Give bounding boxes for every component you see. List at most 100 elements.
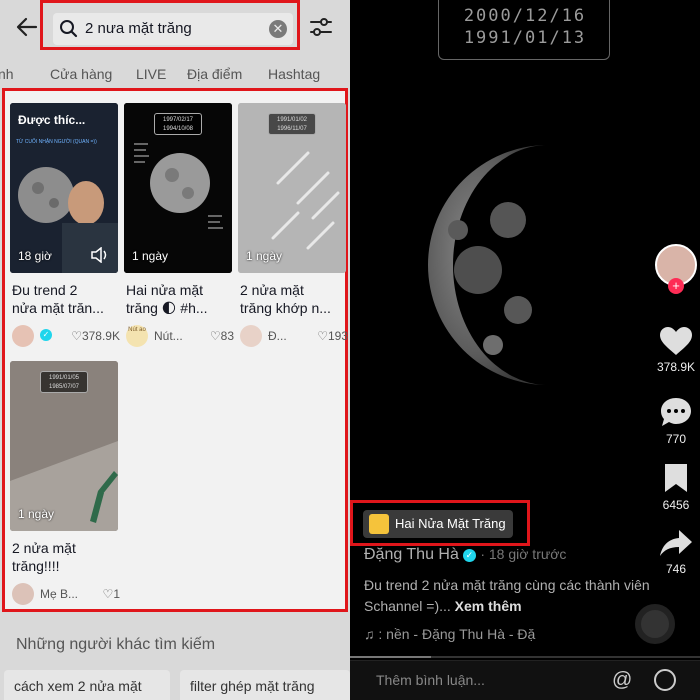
filter-icon[interactable] [308, 15, 334, 39]
avatar[interactable] [240, 325, 262, 347]
video-caption-line1: Đu trend 2 [12, 282, 78, 298]
video-meta: Mẹ B... ♡1 [12, 583, 120, 605]
video-caption-line1: Hai nửa mặt [126, 282, 204, 298]
video-caption-line2: nửa mặt trăn... [12, 300, 104, 316]
video-thumbnail[interactable]: Được thíc... TỪ CUỐI NHẬN NGƯỜI (QUAN =)… [10, 103, 118, 273]
video-meta: ✓ ♡378.9K [12, 325, 120, 347]
post-time: · 18 giờ trước [480, 546, 567, 562]
comment-count: 770 [665, 432, 687, 446]
like-count-value: 378.9K [81, 329, 120, 343]
search-icon [60, 20, 78, 38]
bookmark-icon[interactable] [663, 462, 689, 494]
video-thumbnail[interactable]: 1991/01/05 1985/07/07 1 ngày [10, 361, 118, 531]
tab-live[interactable]: LIVE [136, 66, 166, 82]
results-grid: Được thíc... TỪ CUỐI NHẬN NGƯỜI (QUAN =)… [2, 88, 348, 612]
video-caption-line2: trăng!!!! [12, 558, 60, 574]
like-count-value: 193 [327, 329, 348, 343]
tab-shop[interactable]: Cửa hàng [50, 66, 112, 82]
video-caption-line2: trăng khớp n... [240, 300, 331, 316]
author-name[interactable]: Đặng Thu Hà [364, 546, 459, 563]
share-icon[interactable] [659, 528, 693, 558]
related-search-item[interactable]: filter ghép mặt trăng [180, 670, 350, 700]
like-count-value: 1 [113, 587, 120, 601]
tab-hashtag[interactable]: Hashtag [268, 66, 320, 82]
search-query: 2 nưa mặt trăng [85, 20, 192, 37]
video-thumbnail[interactable]: 1991/01/02 1996/11/07 1 ngày [238, 103, 346, 273]
video-age: 1 ngày [246, 249, 283, 263]
save-button[interactable]: 6456 [652, 462, 700, 512]
search-input[interactable]: 2 nưa mặt trăng ✕ [53, 13, 293, 45]
video-age: 1 ngày [18, 507, 55, 521]
video-age: 18 giờ [18, 249, 52, 263]
comment-icon[interactable] [659, 396, 693, 428]
author-name[interactable]: Mẹ B... [40, 587, 78, 601]
clear-icon[interactable]: ✕ [269, 20, 287, 38]
heart-icon[interactable] [659, 326, 693, 356]
date-2: 1996/11/07 [277, 126, 307, 132]
video-player[interactable]: 2000/12/16 1991/01/13 + 378.9K 770 6456 … [350, 0, 700, 700]
author-line: Đặng Thu Hà ✓ · 18 giờ trước [364, 546, 566, 564]
date-overlay: 1997/02/17 1994/10/08 [154, 113, 202, 135]
sound-label: Hai Nửa Mặt Trăng [395, 516, 506, 531]
date-1: 1991/01/02 [276, 117, 308, 123]
follow-plus-icon[interactable]: + [668, 278, 684, 294]
share-count: 746 [665, 562, 687, 576]
like-count-value: 83 [220, 329, 234, 343]
mention-icon[interactable]: @ [612, 669, 632, 692]
comment-bar: Thêm bình luận... @ [350, 660, 700, 700]
date-1: 1991/01/05 [48, 375, 80, 381]
video-caption-line1: 2 nửa mặt [240, 282, 304, 298]
search-header: 2 nưa mặt trăng ✕ [0, 0, 350, 56]
search-highlight-box: 2 nưa mặt trăng ✕ [40, 0, 300, 50]
see-more-link[interactable]: Xem thêm [455, 598, 522, 614]
related-searches-title: Những người khác tìm kiếm [16, 636, 216, 653]
sound-thumbnail-icon [369, 514, 389, 534]
date-overlay: 1991/01/05 1985/07/07 [40, 371, 88, 393]
comment-input[interactable]: Thêm bình luận... [376, 672, 485, 688]
date-overlay: 1991/01/02 1996/11/07 [268, 113, 316, 135]
like-button[interactable]: 378.9K [652, 326, 700, 374]
date-2: 1985/07/07 [48, 384, 80, 390]
half-moon-image [428, 145, 548, 385]
author-name[interactable]: Nút... [154, 329, 183, 343]
music-disc-icon[interactable] [635, 604, 675, 644]
video-caption-line2: trăng 🌓 #h... [126, 300, 208, 316]
comment-button[interactable]: 770 [652, 396, 700, 446]
related-search-item[interactable]: cách xem 2 nửa mặt [4, 670, 170, 700]
tab-accounts[interactable]: nh [0, 66, 14, 82]
save-count: 6456 [662, 498, 690, 512]
avatar[interactable]: Nút ao [126, 325, 148, 347]
verified-icon: ✓ [462, 549, 476, 562]
tab-places[interactable]: Địa điểm [187, 66, 242, 82]
video-description: Đu trend 2 nửa mặt trăng cùng các thành … [364, 575, 684, 617]
music-line[interactable]: ♫ : nền - Đặng Thu Hà - Đặ [364, 626, 535, 642]
video-meta: Nút ao Nút... ♡83 [126, 325, 234, 347]
thumbnail-subtitle: TỪ CUỐI NHẬN NGƯỜI (QUAN =)) [16, 139, 97, 145]
video-thumbnail[interactable]: 1997/02/17 1994/10/08 1 ngày [124, 103, 232, 273]
avatar[interactable] [12, 583, 34, 605]
playback-progress-fill [350, 656, 431, 658]
date-2: 1991/01/13 [463, 28, 587, 48]
sound-tag[interactable]: Hai Nửa Mặt Trăng [363, 510, 513, 538]
share-button[interactable]: 746 [652, 528, 700, 576]
search-results-panel: 2 nưa mặt trăng ✕ nh Cửa hàng LIVE Địa đ… [0, 0, 350, 700]
video-meta: Đ... ♡193 [240, 325, 348, 347]
date-1: 2000/12/16 [463, 6, 587, 26]
search-tabs: nh Cửa hàng LIVE Địa điểm Hashtag [0, 62, 350, 88]
playback-progress[interactable] [350, 656, 700, 658]
date-1: 1997/02/17 [162, 117, 194, 123]
video-caption-line1: 2 nửa mặt [12, 540, 76, 556]
sound-highlight-box: Hai Nửa Mặt Trăng [350, 500, 530, 546]
date-2: 1994/10/08 [162, 126, 194, 132]
date-overlay: 2000/12/16 1991/01/13 [438, 0, 610, 60]
like-count: ♡1 [102, 587, 120, 601]
avatar[interactable] [12, 325, 34, 347]
creator-avatar-button[interactable]: + [652, 244, 700, 294]
speaker-icon[interactable] [90, 247, 110, 263]
like-count: 378.9K [656, 360, 696, 374]
emoji-icon[interactable] [654, 669, 676, 691]
video-age: 1 ngày [132, 249, 169, 263]
like-count: ♡378.9K [71, 329, 120, 343]
author-name[interactable]: Đ... [268, 329, 287, 343]
back-arrow-icon[interactable] [14, 14, 40, 40]
